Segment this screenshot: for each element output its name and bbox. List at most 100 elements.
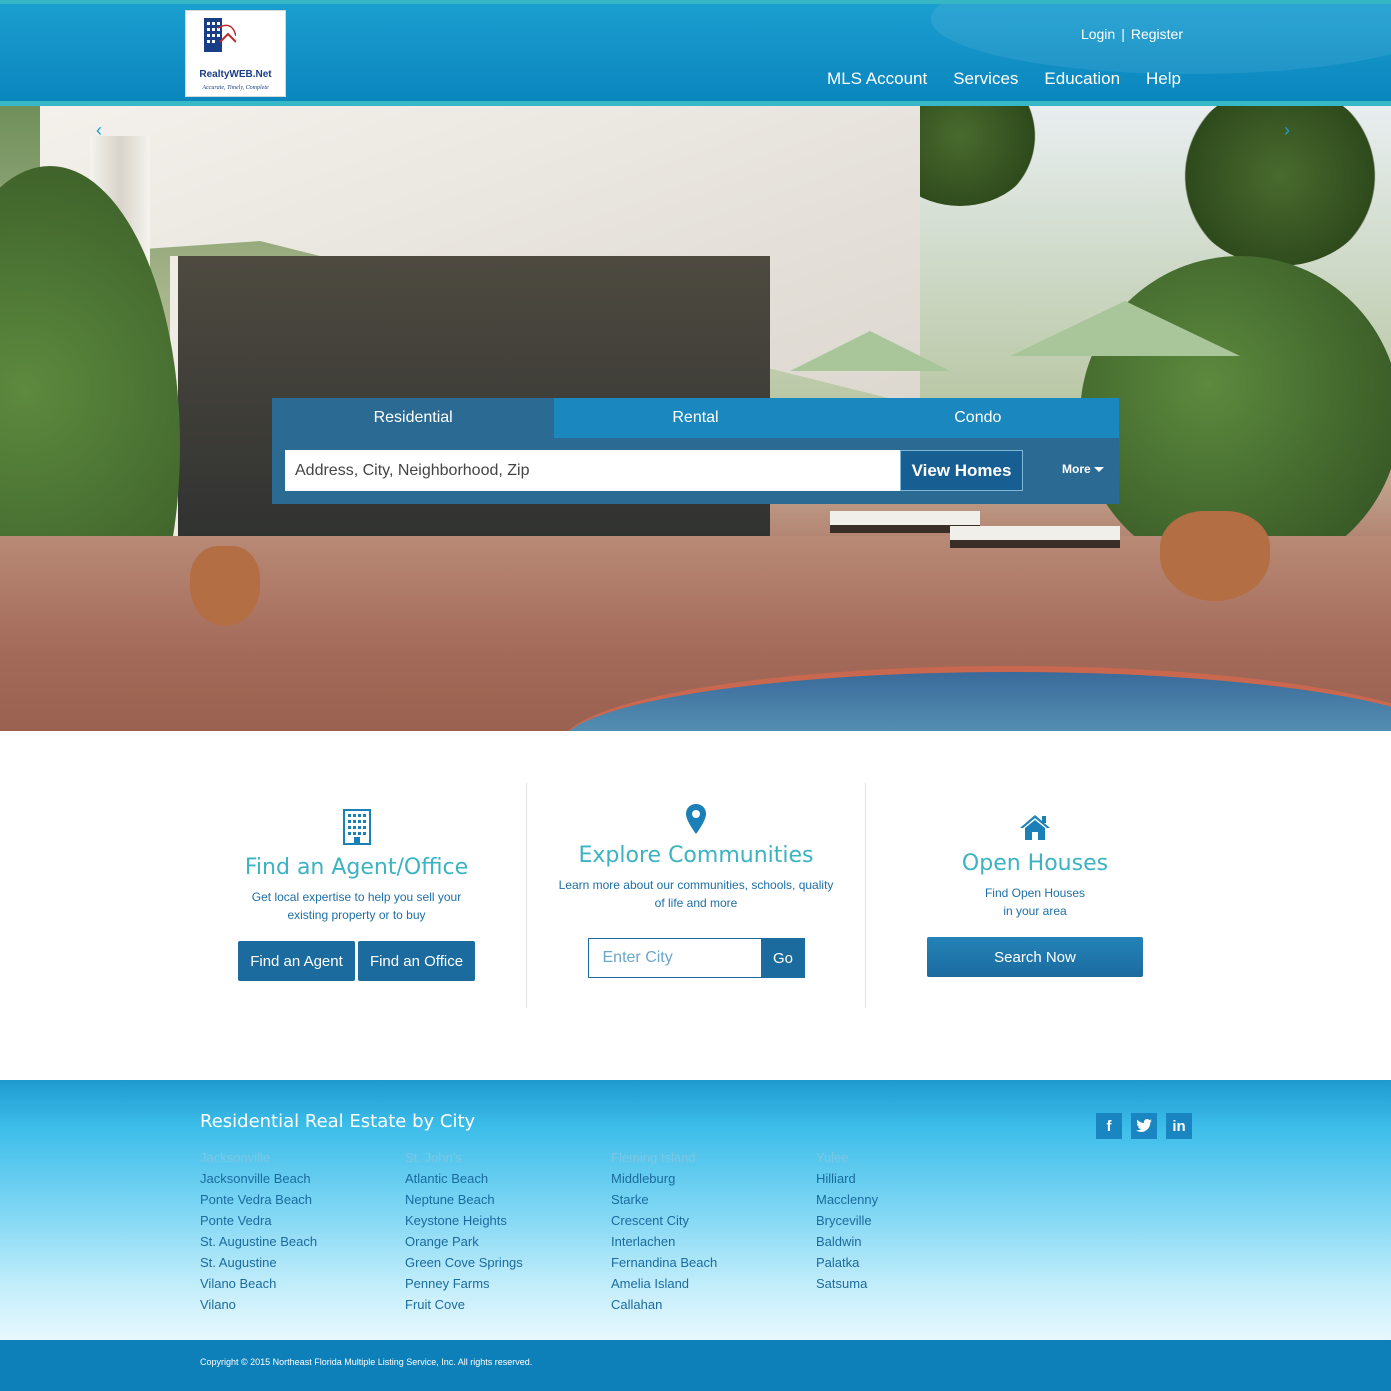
city-link[interactable]: Middleburg [611,1168,717,1189]
planter-pot [1160,511,1270,601]
city-link[interactable]: Green Cove Springs [405,1252,523,1273]
city-link[interactable]: St. Augustine [200,1252,317,1273]
city-go-button[interactable]: Go [761,938,805,978]
find-agent-title: Find an Agent/Office [244,855,469,880]
find-agent-desc-line1: Get local expertise to help you sell you… [251,890,462,904]
linkedin-icon[interactable]: in [1166,1113,1192,1139]
cities-section: Residential Real Estate by City Jacksonv… [0,1080,1391,1340]
chevron-right-icon[interactable]: › [1284,120,1290,141]
nav-help[interactable]: Help [1146,69,1181,89]
auth-links: Login | Register [1081,26,1183,42]
explore-desc-line1: Learn more about our communities, school… [558,878,834,892]
city-link[interactable]: Atlantic Beach [405,1168,523,1189]
city-link[interactable]: Satsuma [816,1273,878,1294]
city-column-4: Yulee Hilliard Macclenny Bryceville Bald… [816,1147,878,1294]
register-link[interactable]: Register [1131,26,1183,42]
logo-tagline: Accurate, Timely, Complete [202,85,269,91]
auth-separator: | [1121,26,1125,42]
city-link[interactable]: Orange Park [405,1231,523,1252]
city-link[interactable]: Keystone Heights [405,1210,523,1231]
city-link[interactable]: Macclenny [816,1189,878,1210]
search-tabs: Residential Rental Condo [272,398,1119,438]
lounger [950,526,1120,548]
nav-education[interactable]: Education [1044,69,1120,89]
social-links: f in [1096,1113,1192,1139]
city-link[interactable]: Ponte Vedra [200,1210,317,1231]
caret-down-icon [1093,467,1104,473]
tab-residential[interactable]: Residential [272,398,555,438]
twitter-bird-glyph [1136,1119,1152,1132]
city-column-1: Jacksonville Jacksonville Beach Ponte Ve… [200,1147,317,1315]
explore-communities-feature: Explore Communities Learn more about our… [526,783,865,1008]
property-search-panel: Residential Rental Condo View Homes More [272,398,1119,504]
explore-desc-line2: of life and more [654,896,738,910]
city-column-2: St. John's Atlantic Beach Neptune Beach … [405,1147,523,1315]
copyright-text: Copyright © 2015 Northeast Florida Multi… [200,1357,533,1367]
city-link[interactable]: Fernandina Beach [611,1252,717,1273]
city-link[interactable]: St. John's [405,1147,523,1168]
login-link[interactable]: Login [1081,26,1115,42]
building-icon [342,809,371,845]
city-link[interactable]: Ponte Vedra Beach [200,1189,317,1210]
site-header: RealtyWEB.Net Accurate, Timely, Complete… [0,0,1391,106]
city-link[interactable]: Vilano [200,1294,317,1315]
search-now-button[interactable]: Search Now [927,937,1143,977]
copyright-bar: Copyright © 2015 Northeast Florida Multi… [0,1340,1391,1391]
more-options-button[interactable]: More [1062,462,1104,476]
search-row: View Homes More [285,450,1106,491]
building-logo-icon [204,18,236,52]
open-houses-title: Open Houses [961,851,1109,876]
open-houses-desc-line1: Find Open Houses [984,886,1086,900]
city-search-input[interactable] [587,938,762,978]
find-agent-description: Get local expertise to help you sell you… [207,888,507,924]
city-link[interactable]: Vilano Beach [200,1273,317,1294]
find-agent-button[interactable]: Find an Agent [238,941,355,981]
city-link[interactable]: Callahan [611,1294,717,1315]
city-link[interactable]: Crescent City [611,1210,717,1231]
explore-communities-title: Explore Communities [578,843,814,868]
property-search-input[interactable] [285,450,901,491]
tab-rental[interactable]: Rental [554,398,837,438]
open-houses-feature: Open Houses Find Open Houses in your are… [865,783,1204,1008]
find-office-button[interactable]: Find an Office [358,941,475,981]
city-search-row: Go [527,938,865,978]
city-link[interactable]: St. Augustine Beach [200,1231,317,1252]
features-section: Find an Agent/Office Get local expertise… [187,783,1204,1008]
city-link[interactable]: Fruit Cove [405,1294,523,1315]
city-link[interactable]: Yulee [816,1147,878,1168]
city-link[interactable]: Jacksonville [200,1147,317,1168]
site-logo[interactable]: RealtyWEB.Net Accurate, Timely, Complete [185,10,286,97]
map-pin-icon [686,804,706,834]
more-label: More [1062,462,1091,476]
city-link[interactable]: Fleming Island [611,1147,717,1168]
agent-office-buttons: Find an Agent Find an Office [187,941,526,981]
home-icon [1020,815,1050,840]
logo-brand-text: RealtyWEB.Net [199,69,272,80]
city-column-3: Fleming Island Middleburg Starke Crescen… [611,1147,717,1315]
city-link[interactable]: Jacksonville Beach [200,1168,317,1189]
find-agent-feature: Find an Agent/Office Get local expertise… [187,783,526,1008]
find-agent-desc-line2: existing property or to buy [287,908,426,922]
city-link[interactable]: Bryceville [816,1210,878,1231]
view-homes-button[interactable]: View Homes [900,450,1023,491]
facebook-icon[interactable]: f [1096,1113,1122,1139]
explore-communities-description: Learn more about our communities, school… [546,876,846,912]
main-nav: MLS Account Services Education Help [827,69,1181,89]
nav-mls-account[interactable]: MLS Account [827,69,927,89]
city-link[interactable]: Neptune Beach [405,1189,523,1210]
planter-pot [190,546,260,626]
city-link[interactable]: Amelia Island [611,1273,717,1294]
city-link[interactable]: Palatka [816,1252,878,1273]
city-link[interactable]: Starke [611,1189,717,1210]
city-link[interactable]: Interlachen [611,1231,717,1252]
city-link[interactable]: Baldwin [816,1231,878,1252]
open-houses-description: Find Open Houses in your area [885,884,1185,920]
cities-heading: Residential Real Estate by City [200,1111,476,1132]
city-link[interactable]: Hilliard [816,1168,878,1189]
chevron-left-icon[interactable]: ‹ [96,120,102,141]
open-houses-desc-line2: in your area [1003,904,1067,918]
tab-condo[interactable]: Condo [836,398,1119,438]
nav-services[interactable]: Services [953,69,1018,89]
twitter-icon[interactable] [1131,1113,1157,1139]
city-link[interactable]: Penney Farms [405,1273,523,1294]
